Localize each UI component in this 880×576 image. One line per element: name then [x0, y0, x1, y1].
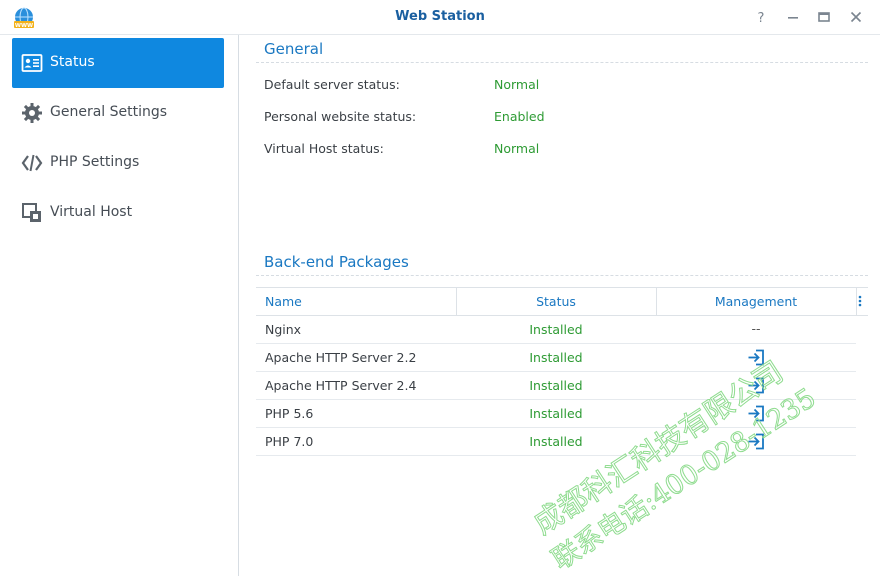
- sidebar-item-label: Virtual Host: [50, 204, 133, 220]
- package-name: Nginx: [265, 322, 302, 337]
- package-management: [656, 377, 856, 394]
- minimize-icon[interactable]: [784, 8, 802, 26]
- package-status: Installed: [529, 434, 583, 449]
- package-status: Installed: [529, 406, 583, 421]
- sidebar: Status General Settings PHP Settings Vir…: [0, 35, 239, 576]
- table-row[interactable]: PHP 7.0 Installed: [256, 428, 856, 456]
- package-management: [656, 433, 856, 450]
- package-name: Apache HTTP Server 2.4: [265, 378, 417, 393]
- sidebar-item-status[interactable]: Status: [12, 38, 224, 88]
- table-header: Name Status Management: [256, 287, 868, 316]
- table-row[interactable]: PHP 5.6 Installed: [256, 400, 856, 428]
- table-row[interactable]: Apache HTTP Server 2.2 Installed: [256, 344, 856, 372]
- open-in-icon[interactable]: [747, 405, 765, 422]
- code-brackets-icon: [21, 152, 43, 174]
- column-menu-icon[interactable]: [854, 293, 866, 309]
- table-row[interactable]: Nginx Installed --: [256, 316, 856, 344]
- backend-section-title: Back-end Packages: [264, 253, 409, 271]
- virtual-host-status-value: Normal: [494, 141, 540, 156]
- general-section-title: General: [264, 40, 324, 58]
- section-divider: [256, 62, 868, 63]
- close-icon[interactable]: [847, 8, 865, 26]
- column-header-management[interactable]: Management: [656, 294, 856, 309]
- maximize-icon[interactable]: [815, 8, 833, 26]
- main-content: General Default server status: Normal Pe…: [240, 35, 880, 576]
- open-in-icon[interactable]: [747, 349, 765, 366]
- table-row[interactable]: Apache HTTP Server 2.4 Installed: [256, 372, 856, 400]
- sidebar-item-general-settings[interactable]: General Settings: [12, 88, 224, 138]
- default-server-status-value: Normal: [494, 77, 540, 92]
- gear-icon: [21, 102, 43, 124]
- personal-website-status-value: Enabled: [494, 109, 545, 124]
- status-card-icon: [21, 52, 43, 74]
- column-header-name[interactable]: Name: [265, 294, 302, 309]
- package-name: Apache HTTP Server 2.2: [265, 350, 417, 365]
- sidebar-item-label: Status: [50, 54, 95, 70]
- personal-website-status-label: Personal website status:: [264, 109, 417, 124]
- default-server-status-label: Default server status:: [264, 77, 400, 92]
- package-status: Installed: [529, 378, 583, 393]
- package-status: Installed: [529, 322, 583, 337]
- title-bar: WWW Web Station ?: [0, 0, 880, 35]
- help-icon[interactable]: ?: [752, 8, 770, 26]
- section-divider: [256, 275, 868, 276]
- virtual-host-icon: [21, 202, 43, 224]
- package-name: PHP 7.0: [265, 434, 314, 449]
- sidebar-item-label: General Settings: [50, 104, 168, 120]
- package-management: [656, 349, 856, 366]
- open-in-icon[interactable]: [747, 433, 765, 450]
- open-in-icon[interactable]: [747, 377, 765, 394]
- svg-text:?: ?: [758, 11, 765, 26]
- package-management-none: --: [751, 321, 761, 336]
- sidebar-item-php-settings[interactable]: PHP Settings: [12, 138, 224, 188]
- package-status: Installed: [529, 350, 583, 365]
- package-name: PHP 5.6: [265, 406, 314, 421]
- package-management: [656, 405, 856, 422]
- backend-packages-table: Name Status Management Nginx Installed -…: [256, 287, 868, 456]
- virtual-host-status-label: Virtual Host status:: [264, 141, 384, 156]
- sidebar-item-virtual-host[interactable]: Virtual Host: [12, 188, 224, 238]
- sidebar-item-label: PHP Settings: [50, 154, 140, 170]
- column-header-status[interactable]: Status: [456, 294, 656, 309]
- window-title: Web Station: [395, 9, 485, 24]
